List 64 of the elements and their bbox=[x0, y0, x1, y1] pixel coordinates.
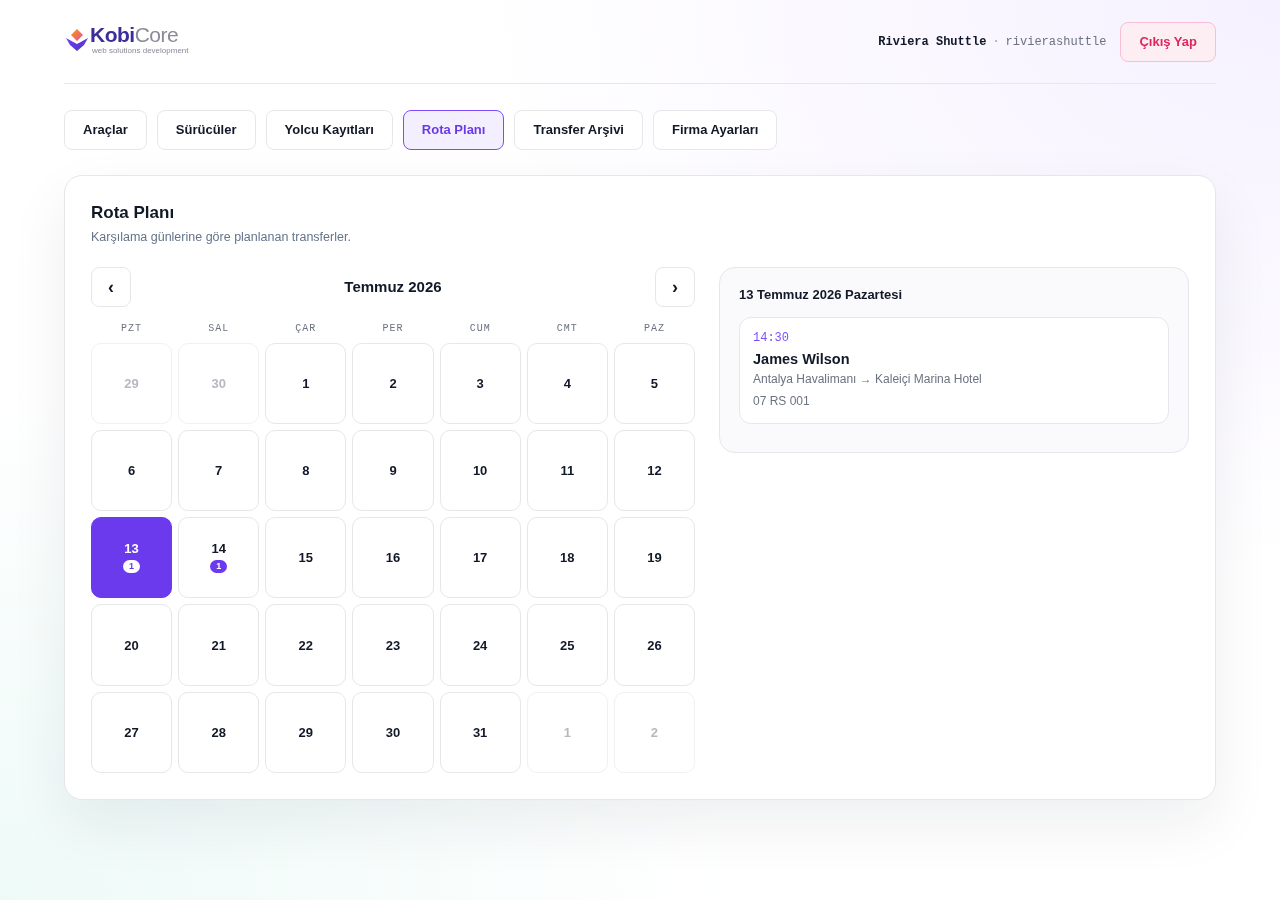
calendar-day[interactable]: 9 bbox=[352, 430, 434, 512]
calendar-day[interactable]: 28 bbox=[178, 691, 260, 773]
calendar-day[interactable]: 21 bbox=[178, 604, 260, 686]
weekday-label: SAL bbox=[208, 323, 230, 335]
card-subtitle: Karşılama günlerine göre planlanan transferler. bbox=[91, 229, 352, 246]
weekday-label: PAZ bbox=[643, 323, 665, 335]
transfer-route: Antalya Havalimanı → Kaleiçi Marina Hotel bbox=[753, 371, 983, 387]
calendar-day[interactable]: 29 bbox=[265, 691, 347, 773]
calendar-day[interactable]: 2 bbox=[352, 343, 434, 425]
calendar-day[interactable]: 14 1 bbox=[178, 517, 260, 599]
calendar-day[interactable]: 25 bbox=[526, 604, 608, 686]
previous-month-button[interactable]: ‹ bbox=[91, 267, 131, 307]
nav-tab[interactable]: Rota Planı bbox=[402, 110, 505, 150]
calendar-day[interactable]: 20 bbox=[91, 604, 173, 686]
calendar-day[interactable]: 31 bbox=[439, 691, 521, 773]
calendar-day[interactable]: 11 bbox=[526, 430, 608, 512]
username: rivierashuttle bbox=[1005, 33, 1107, 51]
weekday-label: ÇAR bbox=[295, 323, 317, 335]
calendar-day[interactable]: 19 bbox=[613, 517, 695, 599]
transfer-card[interactable]: 14:30 James Wilson Antalya Havalimanı → Kaleiçi Marina Hotel 07 RS 001 bbox=[739, 317, 1169, 424]
calendar-day[interactable]: 15 bbox=[265, 517, 347, 599]
weekday-label: PZT bbox=[121, 323, 143, 335]
calendar-day[interactable]: 13 1 bbox=[91, 517, 173, 599]
transfer-time: 14:30 bbox=[753, 330, 790, 346]
nav-tab[interactable]: Firma Ayarları bbox=[653, 110, 778, 150]
card-title: Rota Planı bbox=[91, 202, 176, 224]
logout-button[interactable]: Çıkış Yap bbox=[1120, 21, 1216, 62]
calendar-day[interactable]: 16 bbox=[352, 517, 434, 599]
calendar-day[interactable]: 6 bbox=[91, 430, 173, 512]
nav-tab[interactable]: Araçlar bbox=[64, 110, 147, 150]
calendar-day[interactable]: 5 bbox=[613, 343, 695, 425]
calendar-day[interactable]: 18 bbox=[526, 517, 608, 599]
separator-dot: · bbox=[992, 33, 1000, 51]
transfer-count-badge: 1 bbox=[123, 560, 141, 574]
calendar-day[interactable]: 24 bbox=[439, 604, 521, 686]
vehicle-plate: 07 RS 001 bbox=[753, 393, 811, 409]
calendar-day[interactable]: 12 bbox=[613, 430, 695, 512]
calendar-day[interactable]: 7 bbox=[178, 430, 260, 512]
passenger-name: James Wilson bbox=[753, 350, 851, 368]
brand-tagline: web solutions development bbox=[91, 46, 189, 55]
logo-icon bbox=[66, 28, 88, 51]
calendar-day[interactable]: 8 bbox=[265, 430, 347, 512]
day-detail-title: 13 Temmuz 2026 Pazartesi bbox=[739, 287, 904, 303]
calendar-day[interactable]: 17 bbox=[439, 517, 521, 599]
calendar-day[interactable]: 26 bbox=[613, 604, 695, 686]
brand-name: KobiCore bbox=[90, 24, 179, 46]
nav-tab[interactable]: Sürücüler bbox=[156, 110, 256, 150]
calendar-day[interactable]: 27 bbox=[91, 691, 173, 773]
month-title: Temmuz 2026 bbox=[344, 276, 442, 297]
calendar-day[interactable]: 23 bbox=[352, 604, 434, 686]
calendar-day[interactable]: 3 bbox=[439, 343, 521, 425]
calendar-day[interactable]: 30 bbox=[352, 691, 434, 773]
calendar-day[interactable]: 10 bbox=[439, 430, 521, 512]
weekday-label: CMT bbox=[556, 323, 578, 335]
calendar-day[interactable]: 1 bbox=[265, 343, 347, 425]
calendar-day[interactable]: 4 bbox=[526, 343, 608, 425]
company-name: Riviera Shuttle bbox=[878, 33, 987, 51]
nav-tab[interactable]: Yolcu Kayıtları bbox=[265, 110, 393, 150]
weekday-label: PER bbox=[382, 323, 404, 335]
nav-tab[interactable]: Transfer Arşivi bbox=[514, 110, 643, 150]
transfer-count-badge: 1 bbox=[210, 560, 228, 574]
next-month-button[interactable]: › bbox=[655, 267, 695, 307]
weekday-label: CUM bbox=[469, 323, 491, 335]
calendar-day[interactable]: 22 bbox=[265, 604, 347, 686]
